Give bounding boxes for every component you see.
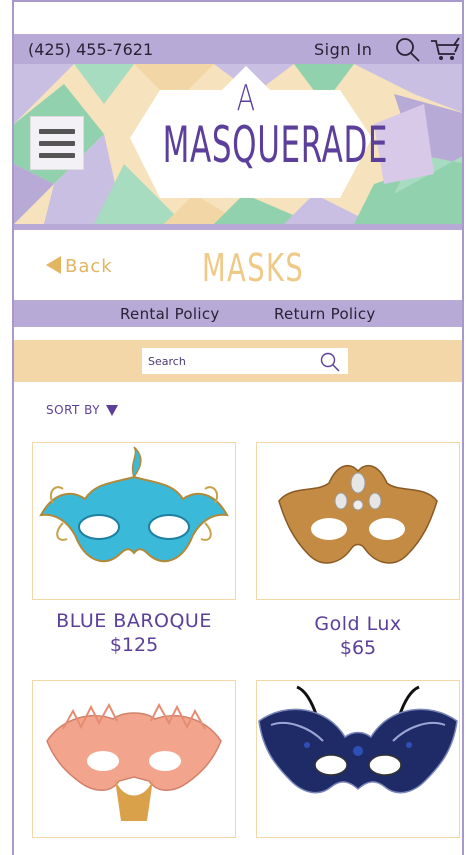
mask-image-blue	[39, 446, 229, 563]
product-card-blue-baroque[interactable]	[32, 442, 236, 600]
search-bar	[14, 340, 462, 382]
back-arrow-icon	[46, 256, 61, 274]
back-link[interactable]: Back	[46, 256, 113, 277]
search-input[interactable]	[142, 348, 348, 374]
policy-bar: Rental Policy Return Policy	[14, 300, 462, 327]
product-name[interactable]: Gold Lux	[256, 613, 460, 635]
logo-letter-a: A	[236, 78, 258, 119]
search-icon[interactable]	[394, 36, 422, 62]
sort-label: SORT BY	[46, 403, 101, 417]
phone-number[interactable]: (425) 455-7621	[28, 40, 153, 59]
page-frame: (425) 455-7621 Sign In A MASQUERADE Back…	[12, 0, 464, 855]
sign-in-link[interactable]: Sign In	[314, 40, 372, 59]
mask-image-navy	[258, 685, 458, 794]
return-policy-link[interactable]: Return Policy	[274, 305, 376, 323]
cart-icon[interactable]	[429, 36, 461, 62]
product-card-navy[interactable]	[256, 680, 460, 838]
back-label: Back	[65, 256, 113, 277]
divider	[14, 224, 462, 230]
mask-image-gold	[278, 464, 438, 564]
product-price: $65	[339, 637, 377, 659]
logo-masquerade[interactable]: MASQUERADE	[163, 116, 388, 174]
product-card-gold-lux[interactable]	[256, 442, 460, 600]
product-price: $125	[109, 634, 159, 656]
page-title: MASKS	[202, 246, 305, 290]
sort-by-dropdown[interactable]: SORT BY	[46, 403, 119, 417]
hamburger-menu-icon[interactable]	[30, 116, 84, 170]
product-card-peach[interactable]	[32, 680, 236, 838]
top-bar: (425) 455-7621 Sign In	[14, 34, 462, 64]
harlequin-banner: A MASQUERADE	[14, 64, 462, 224]
search-icon[interactable]	[319, 351, 341, 373]
caret-down-icon	[106, 405, 119, 416]
rental-policy-link[interactable]: Rental Policy	[120, 305, 220, 323]
product-name[interactable]: BLUE BAROQUE	[32, 610, 236, 632]
mask-image-peach	[46, 702, 222, 821]
